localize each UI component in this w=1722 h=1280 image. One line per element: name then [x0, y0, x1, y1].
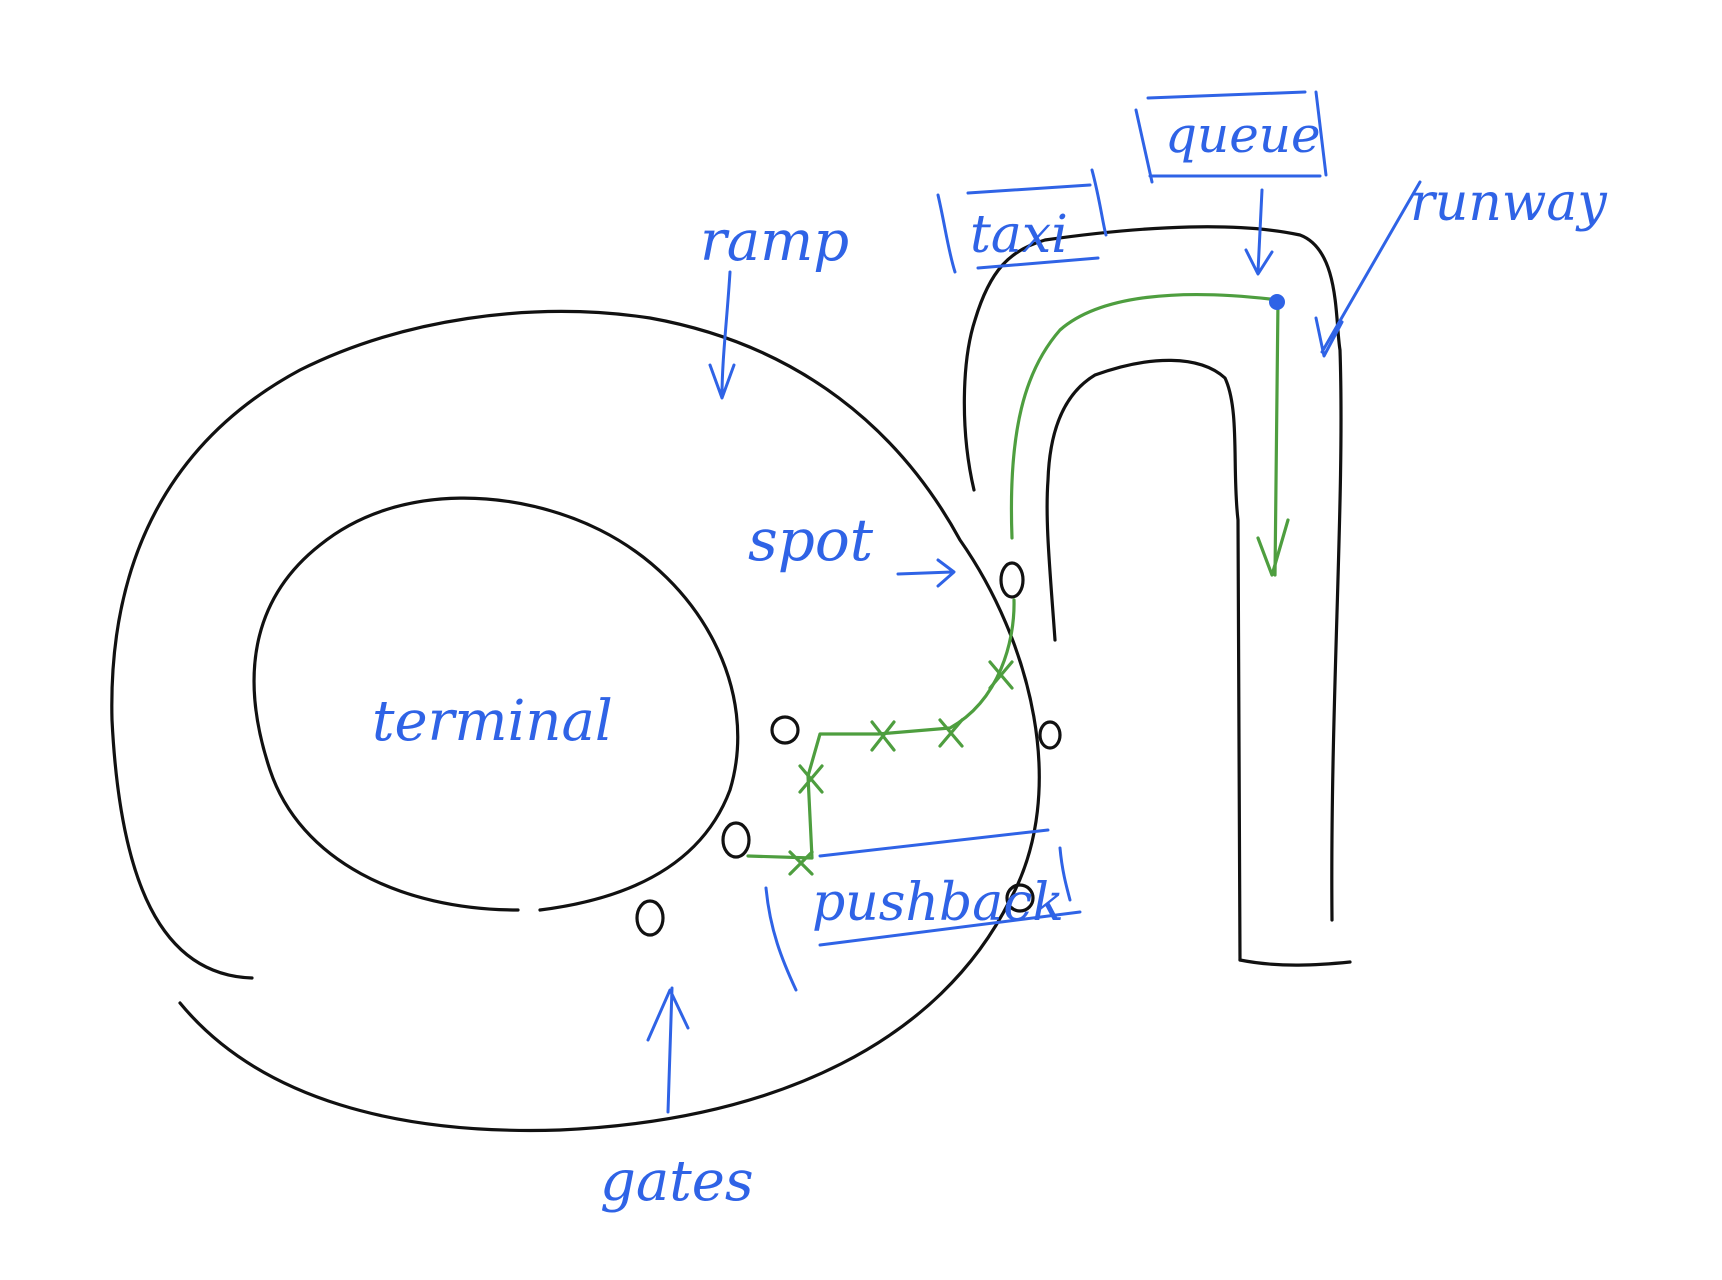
spot-label: spot [748, 506, 874, 574]
route [746, 292, 1290, 876]
runway-arrow [1314, 180, 1422, 358]
gate [770, 715, 800, 745]
queue-label: queue [1165, 106, 1321, 164]
route-runway-arrowhead [1256, 518, 1290, 577]
terminal-label: terminal [372, 689, 613, 754]
ramp-label: ramp [700, 209, 849, 274]
structure-outlines [110, 225, 1352, 1133]
taxi-label: taxi [970, 205, 1068, 265]
route-pushback-path [746, 598, 1016, 860]
gate [635, 899, 665, 937]
spot-arrow [896, 558, 956, 588]
pushback-label: pushback [812, 873, 1064, 933]
runway-end-outline [1238, 958, 1352, 967]
gates-arrow [646, 986, 690, 1114]
queue-arrow [1244, 188, 1274, 276]
gate [721, 821, 751, 859]
runway-label: runway [1410, 173, 1607, 233]
airport-ground-diagram: ramp taxi queue runway spot terminal pus… [110, 90, 1607, 1214]
gates-label: gates [600, 1149, 754, 1214]
route-x-mark [870, 720, 896, 752]
route-x-mark [938, 718, 964, 748]
queue-point [1269, 294, 1285, 310]
route-x-mark [788, 850, 814, 876]
label-group: ramp taxi queue runway spot terminal pus… [372, 106, 1607, 1214]
gate [1038, 720, 1062, 750]
taxiway-inner-outline [1045, 358, 1242, 962]
spot-marker [999, 561, 1025, 599]
